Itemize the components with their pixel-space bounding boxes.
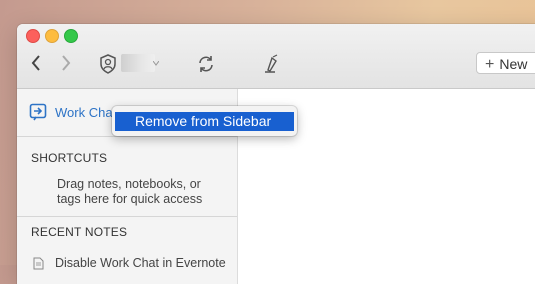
account-shield-icon [100,54,116,74]
sidebar-divider [17,136,237,137]
close-window-button[interactable] [26,29,40,43]
shortcuts-help-text: Drag notes, notebooks, or tags here for … [57,177,203,206]
chevron-left-icon [31,55,40,71]
zoom-window-button[interactable] [64,29,78,43]
note-icon [33,257,44,269]
chevron-down-icon [153,61,159,66]
rocket-icon [265,54,278,73]
activity-button[interactable] [262,54,280,74]
recent-notes-title: RECENT NOTES [31,225,128,239]
new-button-label: New [499,56,528,72]
account-button[interactable] [99,54,117,74]
plus-icon: + [485,56,495,73]
sidebar-item-work-chat[interactable]: Work Chat [29,103,116,121]
context-menu: Remove from Sidebar [112,106,297,136]
sync-button[interactable] [196,54,216,74]
account-dropdown-chevron[interactable] [153,61,159,66]
title-bar: + New [17,24,535,89]
minimize-window-button[interactable] [45,29,59,43]
forward-button[interactable] [61,54,71,72]
sidebar-divider [17,216,237,217]
shortcuts-title: SHORTCUTS [31,151,108,165]
evernote-window: + New Work Chat SHORTCUTS Drag notes, not… [17,24,535,284]
chevron-right-icon [62,55,71,71]
work-chat-label: Work Chat [55,104,117,120]
recent-note-label: Disable Work Chat in Evernote [55,256,226,270]
account-name-redacted[interactable] [121,54,155,72]
back-button[interactable] [31,54,41,72]
remove-from-sidebar-menu-item[interactable]: Remove from Sidebar [115,112,294,131]
sync-icon [199,56,213,72]
new-note-button[interactable]: + New [476,52,535,74]
work-chat-icon [29,103,47,121]
recent-note-item[interactable]: Disable Work Chat in Evernote [33,256,226,270]
